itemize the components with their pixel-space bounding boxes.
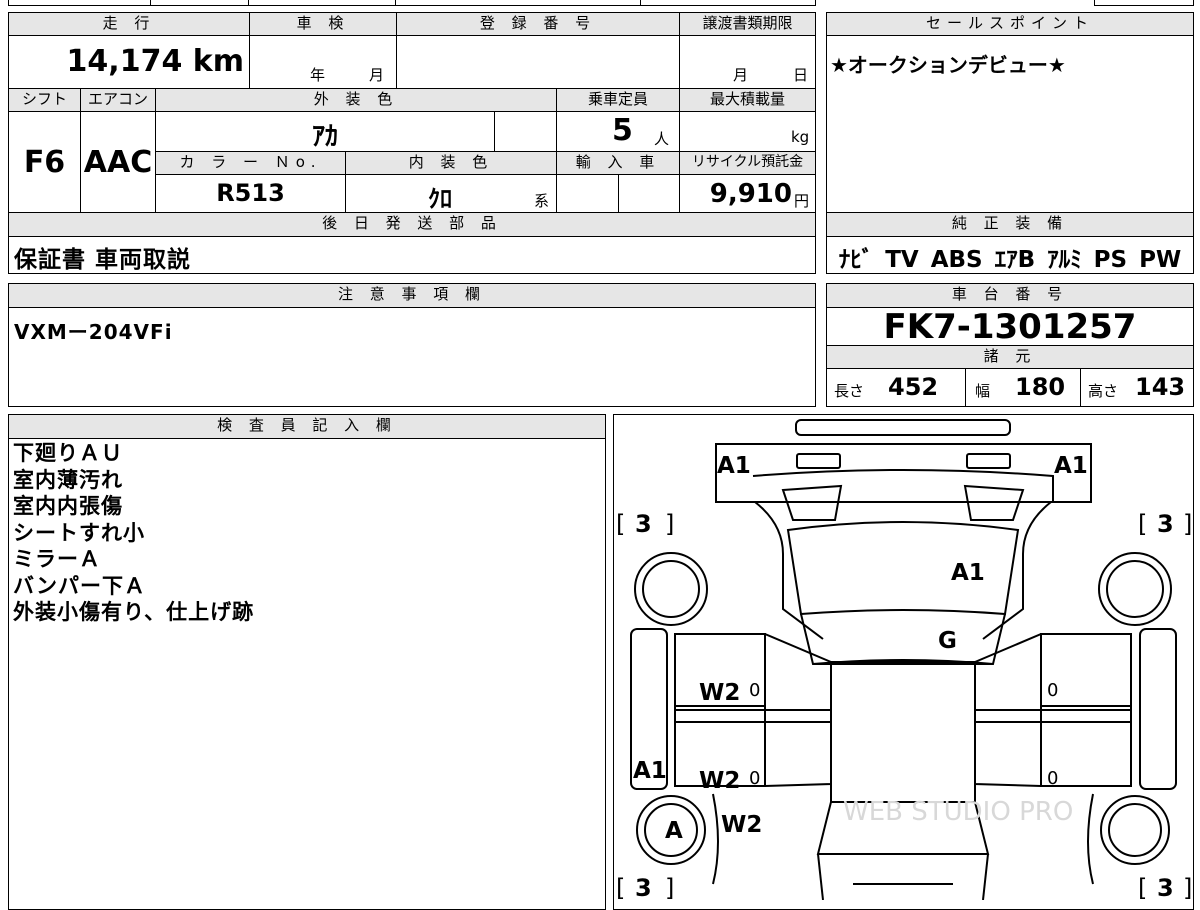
aircon-label: エアコン (80, 88, 156, 112)
watermark: WEB STUDIO PRO (843, 797, 1073, 827)
recycle-fee-value: 9,910 (709, 179, 792, 209)
import-cell-b (618, 174, 680, 213)
color-no-value: R513 (216, 179, 285, 207)
inspector-note: バンパー下Ａ (13, 573, 147, 598)
svg-text:[: [ (1138, 510, 1147, 538)
registration-label: 登 録 番 号 (396, 12, 680, 36)
inspector-notes: 下廻りＡＵ 室内薄汚れ 室内内張傷 シートすれ小 ミラーＡ バンパー下Ａ 外装小… (13, 440, 254, 626)
mark-windshield: A1 (951, 560, 985, 586)
equipment-label: 純 正 装 備 (826, 212, 1194, 237)
exterior-color-extra-cell (494, 111, 557, 152)
chassis-value: FK7-1301257 (883, 307, 1137, 347)
mark-hood: G (938, 628, 957, 654)
inspector-note: シートすれ小 (13, 520, 145, 545)
mark-door-fl-val: 0 (749, 680, 760, 701)
exterior-color-label: 外 装 色 (155, 88, 557, 112)
transfer-day: 日 (793, 66, 809, 84)
inspector-note: ミラーＡ (13, 547, 101, 571)
selling-point-label: セールスポイント (826, 12, 1194, 36)
top-divider (395, 0, 396, 6)
inspection-month: 月 (369, 66, 385, 84)
svg-text:]: ] (1183, 874, 1192, 900)
spec-height-label: 高さ (1088, 382, 1119, 400)
mark-tire-fr: 3 (1157, 510, 1174, 538)
shift-value: F6 (23, 145, 66, 180)
mark-door-rl-val: 0 (749, 768, 760, 789)
recycle-fee-label: リサイクル預託金 (679, 151, 816, 175)
svg-text:[: [ (616, 874, 625, 900)
mark-door-rl: W2 (699, 768, 740, 794)
mark-front-left: A1 (717, 453, 751, 479)
equipment-value: ﾅﾋﾞ TV ABS ｴｱB ｱﾙﾐ PS PW (838, 247, 1182, 273)
mark-front-right: A1 (1054, 453, 1088, 479)
top-divider (150, 0, 151, 6)
mark-door-fl: W2 (699, 680, 740, 706)
specs-label: 諸 元 (826, 345, 1194, 369)
svg-text:]: ] (665, 874, 674, 900)
mark-tire-rl: 3 (635, 874, 652, 900)
parts-label: 後 日 発 送 部 品 (8, 212, 816, 237)
exterior-color-value: ｱｶ (311, 122, 338, 152)
capacity-unit: 人 (654, 130, 670, 148)
mark-tire-rr: 3 (1157, 874, 1174, 900)
spec-height-value: 143 (1135, 373, 1186, 401)
top-strip (8, 0, 816, 6)
inspector-note: 下廻りＡＵ (13, 441, 123, 465)
caution-label: 注 意 事 項 欄 (8, 283, 816, 308)
aircon-value: AAC (83, 145, 153, 180)
chassis-label: 車 台 番 号 (826, 283, 1194, 308)
selling-point-text: ★オークションデビュー★ (830, 53, 1066, 77)
mark-rocker-left: A1 (633, 758, 667, 784)
mark-wheel-rl: A (665, 818, 683, 844)
import-label: 輸 入 車 (556, 151, 680, 175)
top-divider (248, 0, 249, 6)
parts-value: 保証書 車両取説 (14, 247, 192, 273)
recycle-fee-unit: 円 (794, 192, 810, 210)
interior-color-unit: 系 (534, 192, 550, 210)
svg-text:]: ] (1183, 510, 1192, 538)
mileage-label: 走 行 (8, 12, 250, 36)
registration-cell (396, 35, 680, 89)
car-diagram: [ 3 ] [ 3 ] [ 3 ] [ 3 ] A1 A1 A1 G W2 W2… (616, 419, 1192, 900)
inspector-note: 外装小傷有り、仕上げ跡 (13, 600, 255, 624)
color-no-label: カ ラ ー Ｎo. (155, 151, 346, 175)
interior-color-label: 内 装 色 (345, 151, 557, 175)
mark-door-fr-val: 0 (1047, 680, 1058, 701)
import-cell-a (556, 174, 619, 213)
top-divider (640, 0, 641, 6)
top-strip-right (1094, 0, 1194, 6)
max-load-unit: kg (791, 128, 810, 146)
svg-text:[: [ (616, 510, 625, 538)
svg-text:[: [ (1138, 874, 1147, 900)
inspector-label: 検 査 員 記 入 欄 (8, 414, 606, 439)
shift-label: シフト (8, 88, 81, 112)
mark-quarter-left: W2 (721, 812, 762, 838)
inspector-note: 室内内張傷 (13, 494, 123, 518)
spec-length-label: 長さ (834, 382, 865, 400)
spec-width-label: 幅 (975, 382, 991, 400)
max-load-label: 最大積載量 (679, 88, 816, 112)
transfer-deadline-label: 譲渡書類期限 (679, 12, 816, 36)
inspector-note: 室内薄汚れ (13, 467, 123, 492)
capacity-value: 5 (612, 113, 633, 148)
svg-text:]: ] (665, 510, 674, 538)
mark-tire-fl: 3 (635, 510, 652, 538)
inspection-year: 年 (310, 66, 326, 84)
caution-value: VXMー204VFi (14, 320, 173, 344)
capacity-label: 乗車定員 (556, 88, 680, 112)
mileage-value: 14,174 km (66, 44, 244, 79)
mark-door-rr-val: 0 (1047, 768, 1058, 789)
inspection-label: 車 検 (249, 12, 397, 36)
interior-color-value: ｸﾛ (428, 185, 452, 213)
spec-width-value: 180 (1015, 373, 1066, 401)
transfer-month: 月 (733, 66, 749, 84)
spec-length-value: 452 (888, 373, 939, 401)
